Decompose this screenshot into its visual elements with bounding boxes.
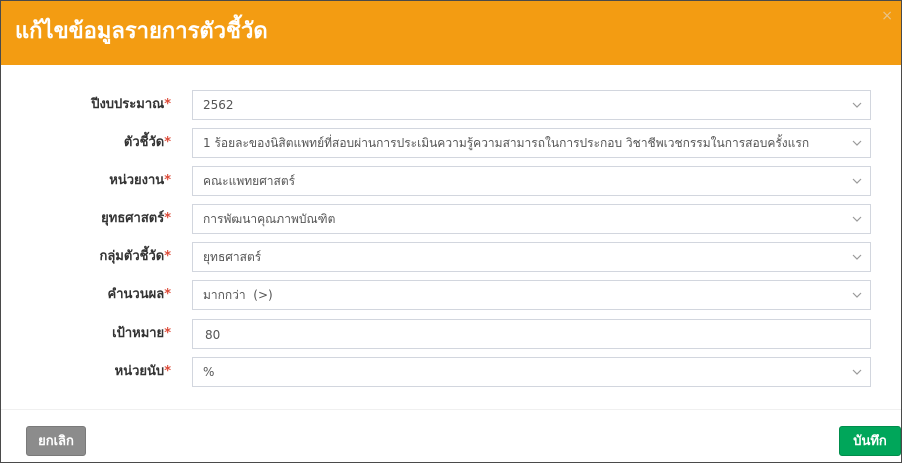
indicator-group-select[interactable]: ยุทธศาสตร์ [192,242,871,272]
cancel-button[interactable]: ยกเลิก [26,426,86,456]
unit-select[interactable]: % [192,357,871,387]
required-marker: * [164,97,171,112]
target-value: 80 [205,328,221,342]
target-input[interactable]: 80 [192,319,871,349]
indicator-label-text: ตัวชี้วัด [123,135,165,150]
fiscal-year-select[interactable]: 2562 [192,90,871,120]
unit-value: % [203,365,215,379]
chevron-down-icon[interactable] [844,205,870,233]
fiscal-year-label-text: ปีงบประมาณ [91,97,165,112]
required-marker: * [164,364,171,379]
strategy-select[interactable]: การพัฒนาคุณภาพบัณฑิต [192,204,871,234]
strategy-label-text: ยุทธศาสตร์ [101,211,165,226]
modal-header: แก้ไขข้อมูลรายการตัวชี้วัด × [1,1,901,65]
save-button[interactable]: บันทึก [839,426,901,456]
required-marker: * [164,287,171,302]
fiscal-year-label: ปีงบประมาณ* [91,95,171,115]
chevron-down-icon[interactable] [844,129,870,157]
fiscal-year-value: 2562 [203,98,234,112]
department-select[interactable]: คณะแพทยศาสตร์ [192,166,871,196]
indicator-label: ตัวชี้วัด* [124,133,171,153]
form-row-target: เป้าหมาย* 80 [1,319,901,349]
calculation-label: คำนวนผล* [108,285,171,305]
form-row-department: หน่วยงาน* คณะแพทยศาสตร์ [1,166,901,196]
modal-footer: ยกเลิก บันทึก [1,409,901,463]
chevron-down-icon[interactable] [844,281,870,309]
strategy-label: ยุทธศาสตร์* [101,209,171,229]
required-marker: * [164,173,171,188]
form-row-strategy: ยุทธศาสตร์* การพัฒนาคุณภาพบัณฑิต [1,204,901,234]
indicator-group-label: กลุ่มตัวชี้วัด* [99,247,171,267]
chevron-down-icon[interactable] [844,243,870,271]
department-value: คณะแพทยศาสตร์ [203,174,296,188]
form-row-indicator-group: กลุ่มตัวชี้วัด* ยุทธศาสตร์ [1,242,901,272]
indicator-value: 1 ร้อยละของนิสิตแพทย์ที่สอบผ่านการประเมิ… [203,136,810,150]
chevron-down-icon[interactable] [844,167,870,195]
form-row-calculation: คำนวนผล* มากกว่า (>) [1,280,901,310]
modal-title: แก้ไขข้อมูลรายการตัวชี้วัด [15,19,268,44]
chevron-down-icon[interactable] [844,358,870,386]
target-label-text: เป้าหมาย [112,326,165,341]
required-marker: * [164,211,171,226]
indicator-group-value: ยุทธศาสตร์ [203,250,262,264]
indicator-group-label-text: กลุ่มตัวชี้วัด [99,249,165,264]
edit-indicator-modal: แก้ไขข้อมูลรายการตัวชี้วัด × ปีงบประมาณ*… [0,0,902,463]
unit-label: หน่วยนับ* [115,362,171,382]
form-row-indicator: ตัวชี้วัด* 1 ร้อยละของนิสิตแพทย์ที่สอบผ่… [1,128,901,158]
indicator-select[interactable]: 1 ร้อยละของนิสิตแพทย์ที่สอบผ่านการประเมิ… [192,128,871,158]
form-row-fiscal-year: ปีงบประมาณ* 2562 [1,90,901,120]
unit-label-text: หน่วยนับ [114,364,165,379]
department-label: หน่วยงาน* [109,171,171,191]
required-marker: * [164,135,171,150]
target-label: เป้าหมาย* [112,324,171,344]
calculation-select[interactable]: มากกว่า (>) [192,280,871,310]
department-label-text: หน่วยงาน [109,173,165,188]
required-marker: * [164,326,171,341]
form-row-unit: หน่วยนับ* % [1,357,901,387]
required-marker: * [164,249,171,264]
calculation-label-text: คำนวนผล [107,287,165,302]
chevron-down-icon[interactable] [844,91,870,119]
calculation-value: มากกว่า (>) [203,288,273,302]
close-icon[interactable]: × [881,9,893,23]
strategy-value: การพัฒนาคุณภาพบัณฑิต [203,212,336,226]
